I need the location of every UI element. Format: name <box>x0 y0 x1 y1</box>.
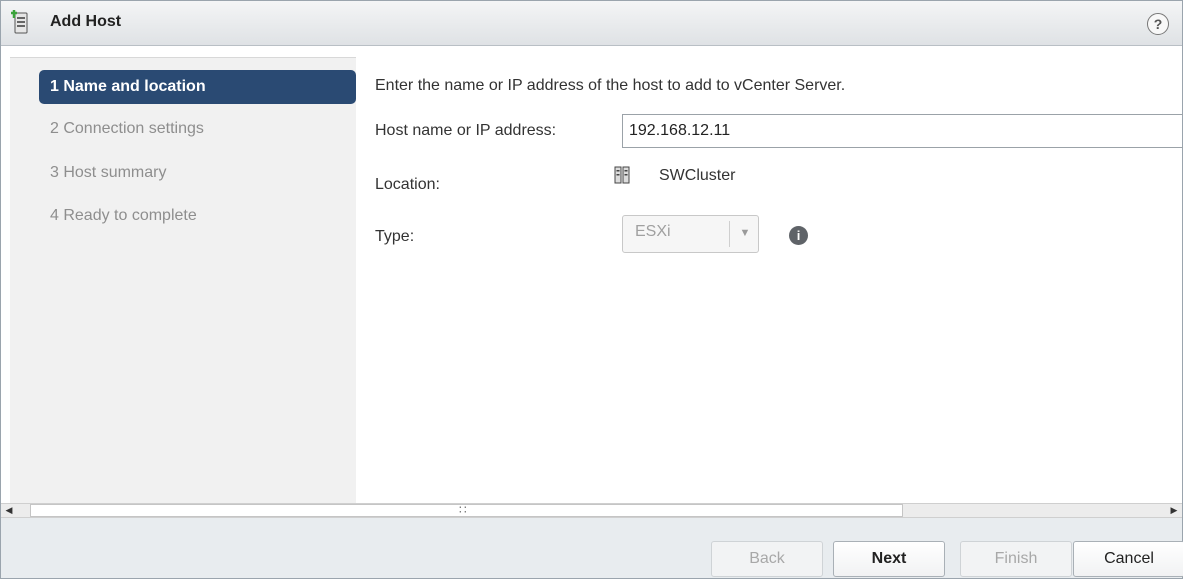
type-select[interactable]: ESXi ▼ <box>622 215 759 253</box>
wizard-steps: 1 Name and location 2 Connection setting… <box>10 57 356 504</box>
step-connection-settings[interactable]: 2 Connection settings <box>39 112 356 146</box>
scrollbar-thumb[interactable]: ∷ <box>30 503 903 517</box>
chevron-down-icon: ▼ <box>739 227 751 239</box>
type-label: Type: <box>375 228 415 245</box>
add-host-icon <box>11 10 28 34</box>
cluster-icon <box>614 166 630 184</box>
instruction-text: Enter the name or IP address of the host… <box>375 77 846 94</box>
back-button[interactable]: Back <box>711 541 823 577</box>
step-name-and-location[interactable]: 1 Name and location <box>39 70 356 104</box>
next-button[interactable]: Next <box>833 541 945 577</box>
add-host-dialog: Add Host ? 1 Name and location 2 Connect… <box>0 0 1183 579</box>
host-label: Host name or IP address: <box>375 122 557 139</box>
location-label: Location: <box>375 176 440 193</box>
dialog-title: Add Host <box>50 13 122 30</box>
grip-icon: ∷ <box>459 503 467 517</box>
host-input[interactable]: 192.168.12.11 <box>622 114 1183 148</box>
title-bar: Add Host ? <box>1 1 1182 46</box>
type-value: ESXi <box>635 223 671 240</box>
finish-button[interactable]: Finish <box>960 541 1072 577</box>
step-host-summary[interactable]: 3 Host summary <box>39 156 356 190</box>
location-value: SWCluster <box>659 167 736 184</box>
select-divider <box>729 221 730 247</box>
cancel-button[interactable]: Cancel <box>1073 541 1183 577</box>
step-content: Enter the name or IP address of the host… <box>356 57 1183 503</box>
info-icon[interactable]: i <box>789 226 808 245</box>
dialog-footer: Back Next Finish Cancel <box>1 518 1183 578</box>
help-icon[interactable]: ? <box>1147 13 1169 35</box>
scroll-right-icon[interactable]: ▶ <box>1166 504 1182 517</box>
horizontal-scrollbar[interactable]: ◀ ∷ ▶ <box>1 503 1182 518</box>
step-ready-to-complete[interactable]: 4 Ready to complete <box>39 199 356 233</box>
scroll-left-icon[interactable]: ◀ <box>1 504 17 517</box>
